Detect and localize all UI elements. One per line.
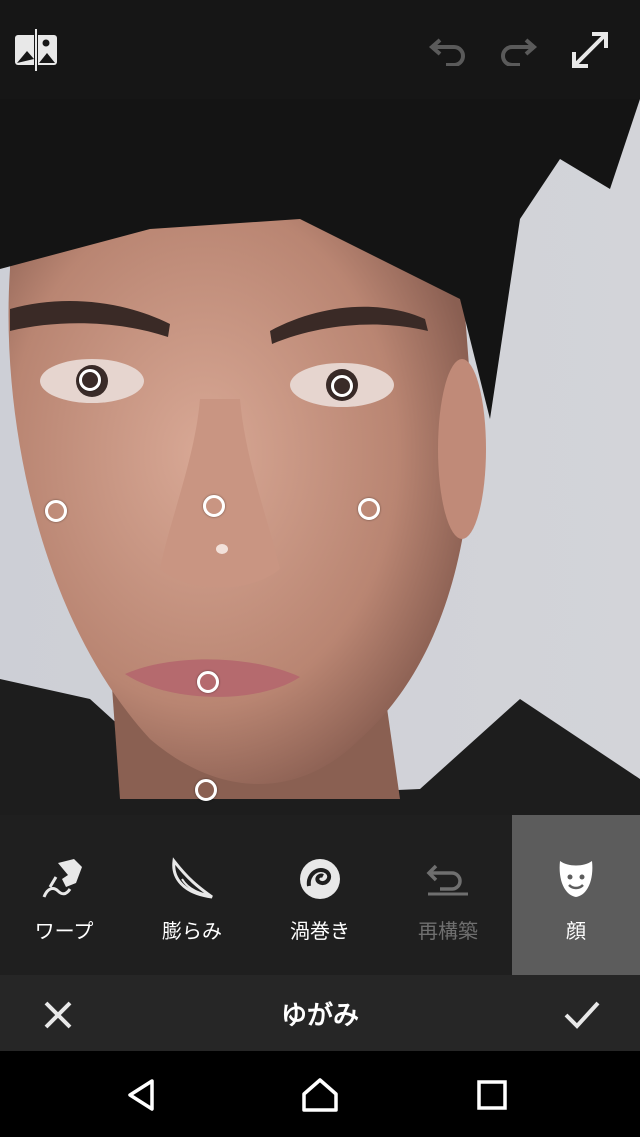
fullscreen-icon[interactable] bbox=[562, 22, 618, 78]
face-handle-right-eye[interactable] bbox=[331, 375, 353, 397]
face-handle-left-cheek[interactable] bbox=[45, 500, 67, 522]
face-handle-chin[interactable] bbox=[195, 779, 217, 801]
check-icon[interactable] bbox=[562, 997, 602, 1033]
portrait-photo bbox=[0, 99, 640, 815]
tool-face-label: 顔 bbox=[566, 919, 586, 943]
tool-swirl-label: 渦巻き bbox=[290, 919, 350, 943]
tool-warp[interactable]: ワープ bbox=[0, 815, 128, 975]
face-handle-nose[interactable] bbox=[203, 495, 225, 517]
tool-swirl[interactable]: 渦巻き bbox=[256, 815, 384, 975]
photo-canvas[interactable] bbox=[0, 99, 640, 815]
tool-reconstruct-label: 再構築 bbox=[418, 919, 478, 943]
face-handle-right-cheek[interactable] bbox=[358, 498, 380, 520]
swirl-icon bbox=[297, 855, 343, 903]
bulge-icon bbox=[168, 855, 216, 903]
home-icon[interactable] bbox=[298, 1073, 342, 1117]
top-toolbar bbox=[0, 0, 640, 99]
back-icon[interactable] bbox=[120, 1073, 164, 1117]
face-icon bbox=[556, 855, 596, 903]
warp-icon bbox=[40, 855, 88, 903]
redo-icon[interactable] bbox=[490, 22, 546, 78]
tool-warp-label: ワープ bbox=[34, 919, 94, 943]
face-handle-mouth[interactable] bbox=[197, 671, 219, 693]
action-bar: ゆがみ bbox=[0, 975, 640, 1051]
page-title: ゆがみ bbox=[280, 1001, 359, 1031]
face-handle-left-eye[interactable] bbox=[79, 369, 101, 391]
tool-bulge-label: 膨らみ bbox=[162, 919, 222, 943]
tool-bulge[interactable]: 膨らみ bbox=[128, 815, 256, 975]
compare-image-icon[interactable] bbox=[8, 22, 64, 78]
reconstruct-icon bbox=[426, 855, 470, 903]
system-nav-bar bbox=[0, 1051, 640, 1137]
recents-icon[interactable] bbox=[470, 1073, 514, 1117]
undo-icon[interactable] bbox=[420, 22, 476, 78]
tool-face[interactable]: 顔 bbox=[512, 815, 640, 975]
tool-reconstruct[interactable]: 再構築 bbox=[384, 815, 512, 975]
liquify-tool-bar: ワープ 膨らみ 渦巻き 再構築 顔 bbox=[0, 815, 640, 975]
